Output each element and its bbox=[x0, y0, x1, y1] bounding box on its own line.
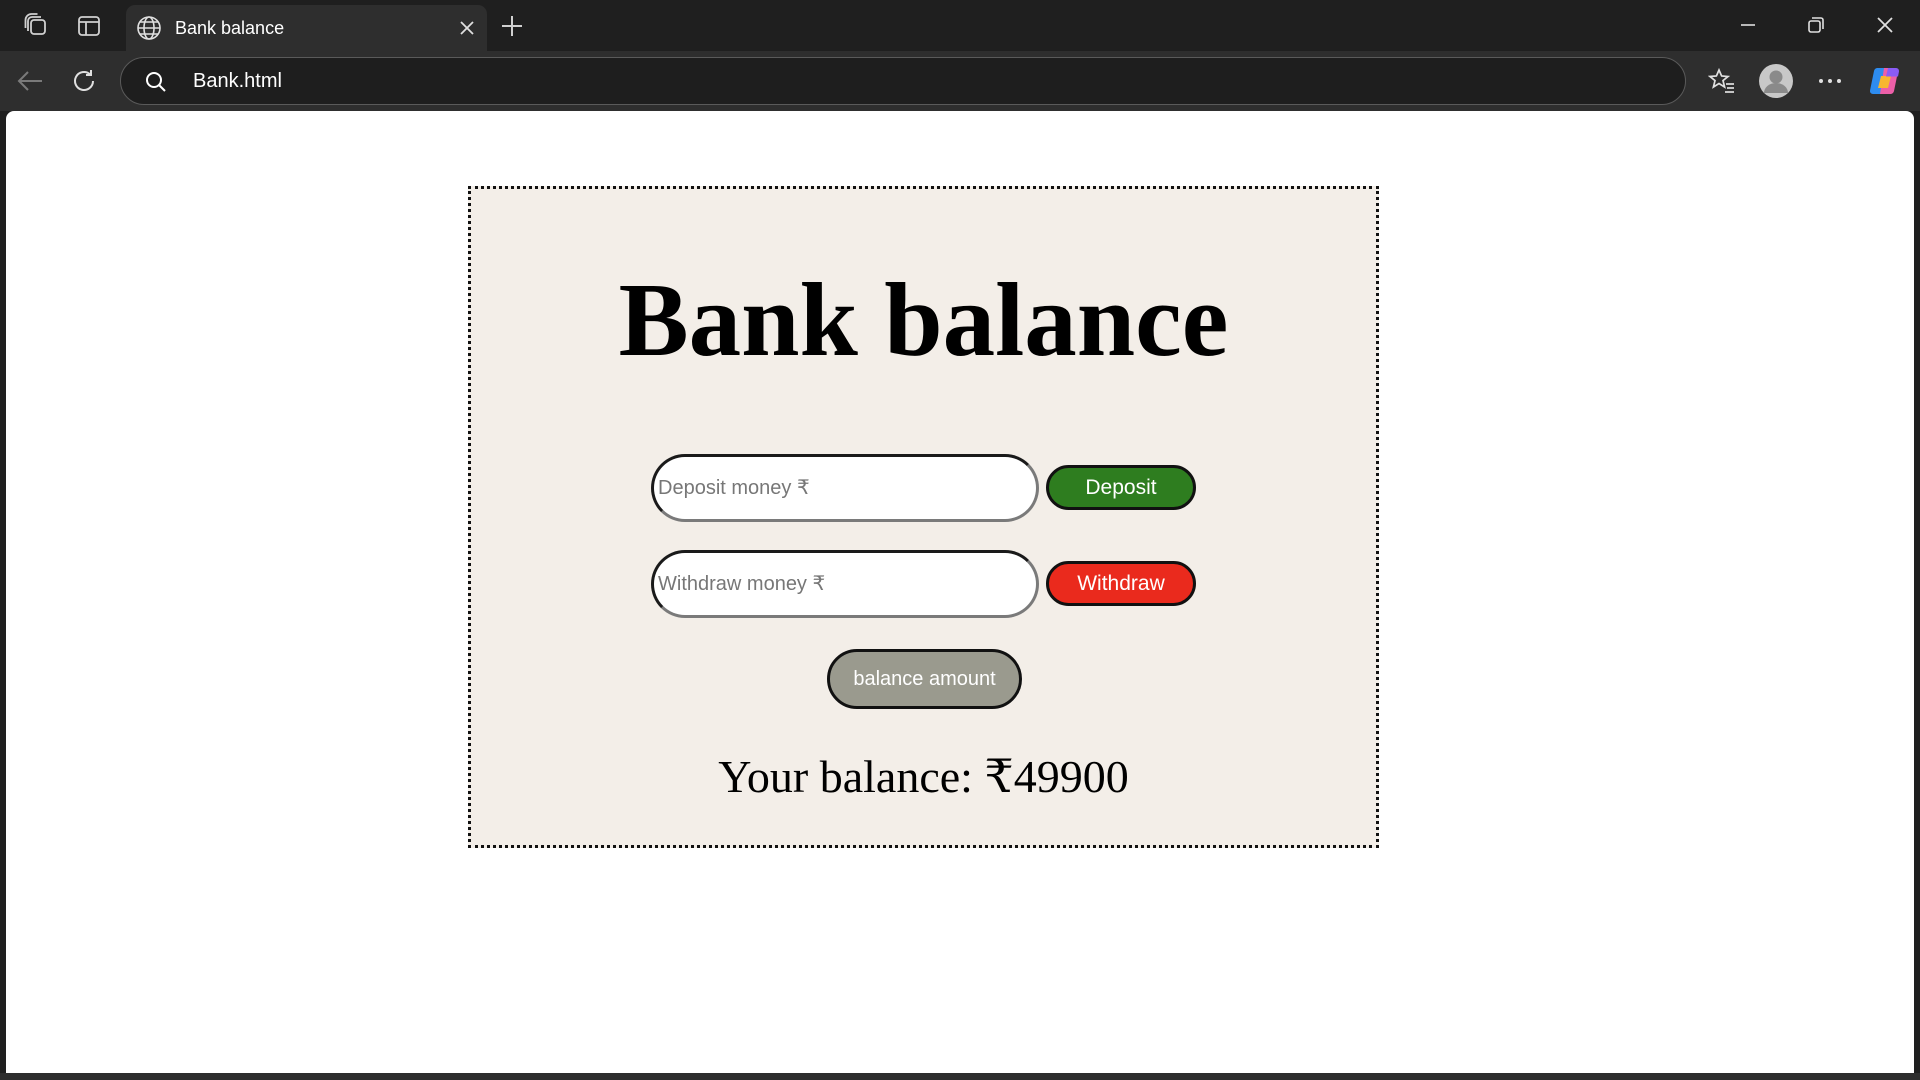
deposit-button[interactable]: Deposit bbox=[1046, 465, 1196, 510]
globe-icon bbox=[136, 15, 162, 41]
restore-icon bbox=[1808, 17, 1824, 33]
window-bottom-edge bbox=[0, 1073, 1920, 1080]
copilot-icon bbox=[1869, 67, 1900, 95]
window-close-button[interactable] bbox=[1851, 0, 1919, 50]
close-icon bbox=[1877, 17, 1893, 33]
close-icon[interactable] bbox=[453, 14, 481, 42]
back-button[interactable] bbox=[9, 60, 51, 102]
new-tab-button[interactable] bbox=[492, 6, 532, 46]
favorites-button[interactable] bbox=[1701, 60, 1743, 102]
vertical-tabs-icon[interactable] bbox=[69, 6, 109, 46]
withdraw-input[interactable] bbox=[651, 550, 1039, 618]
url-text: Bank.html bbox=[193, 70, 282, 92]
copilot-button[interactable] bbox=[1865, 60, 1907, 102]
tab-title: Bank balance bbox=[175, 18, 285, 38]
balance-display: Your balance: ₹49900 bbox=[718, 751, 1129, 802]
minimize-icon bbox=[1741, 24, 1755, 26]
search-icon bbox=[145, 71, 167, 98]
active-tab[interactable]: Bank balance bbox=[126, 5, 487, 51]
plus-icon bbox=[502, 16, 522, 36]
withdraw-button[interactable]: Withdraw bbox=[1046, 561, 1196, 606]
more-button[interactable] bbox=[1809, 60, 1851, 102]
restore-button[interactable] bbox=[1782, 0, 1850, 50]
tab-actions-icon[interactable] bbox=[16, 6, 56, 46]
page-viewport: Bank balance Deposit Withdraw balance am… bbox=[6, 111, 1914, 1073]
tab-strip: Bank balance bbox=[0, 0, 1920, 51]
ellipsis-icon bbox=[1819, 79, 1841, 83]
minimize-button[interactable] bbox=[1714, 0, 1782, 50]
back-arrow-icon bbox=[17, 71, 42, 91]
profile-button[interactable] bbox=[1755, 60, 1797, 102]
address-bar[interactable]: Bank.html bbox=[120, 57, 1686, 105]
refresh-icon bbox=[74, 70, 94, 91]
bank-card: Bank balance Deposit Withdraw balance am… bbox=[468, 186, 1379, 848]
avatar-icon bbox=[1759, 64, 1793, 98]
refresh-button[interactable] bbox=[63, 60, 105, 102]
page-title: Bank balance bbox=[618, 261, 1229, 378]
balance-amount-button[interactable]: balance amount bbox=[827, 649, 1022, 709]
deposit-input[interactable] bbox=[651, 454, 1039, 522]
star-list-icon bbox=[1708, 68, 1734, 93]
browser-toolbar: Bank.html bbox=[0, 51, 1920, 111]
